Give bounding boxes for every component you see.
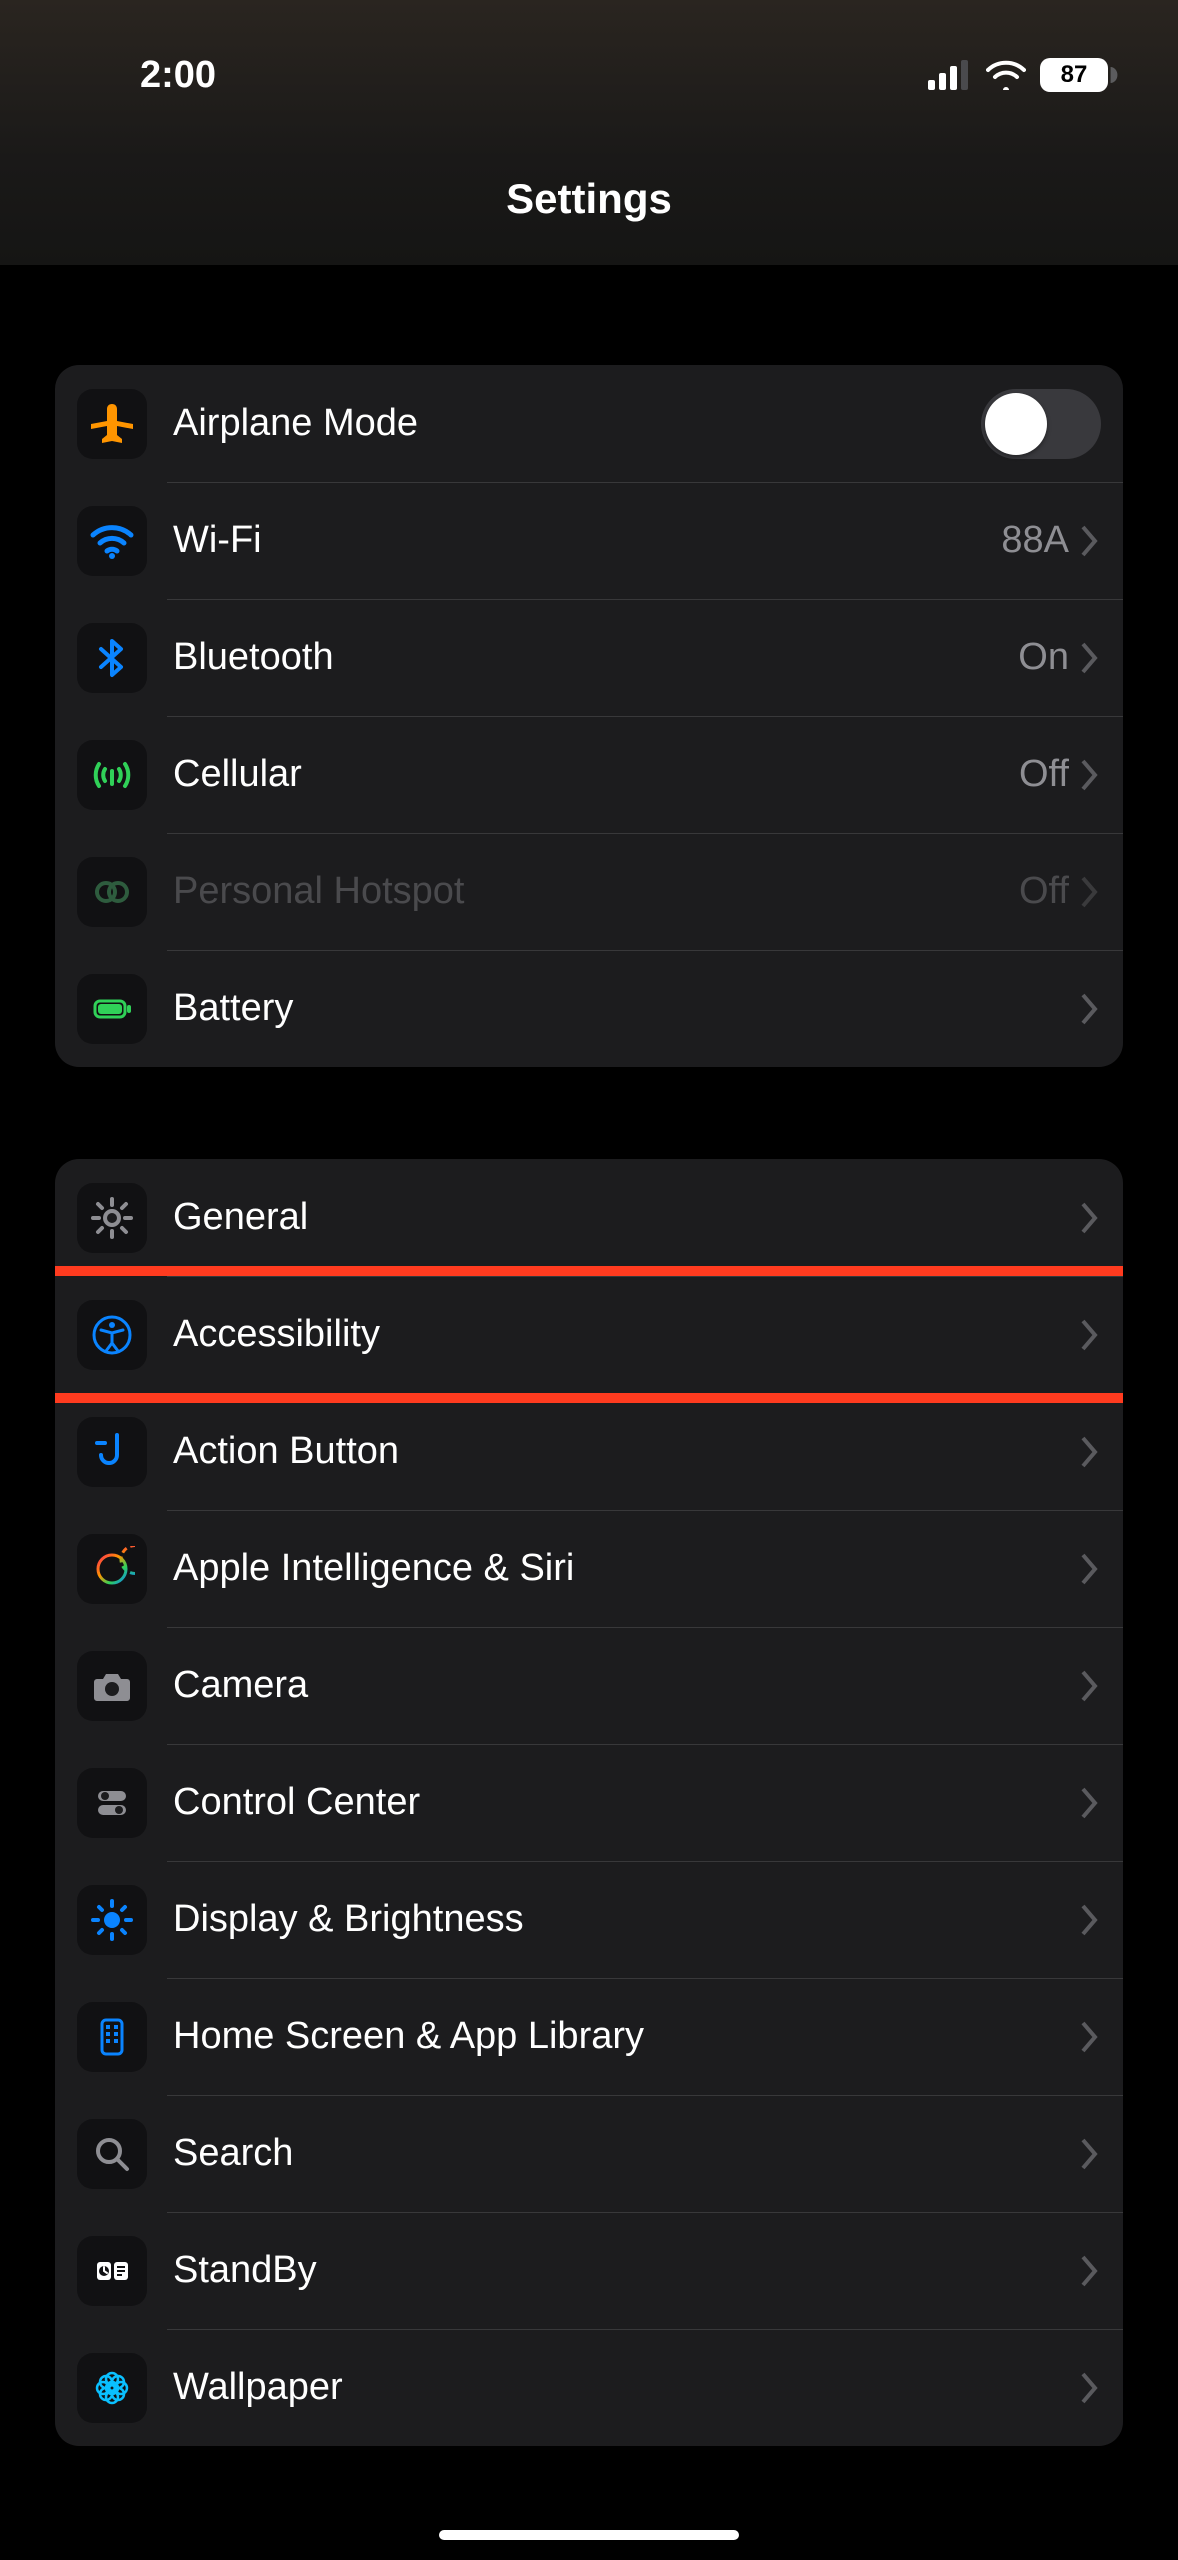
chevron-right-icon xyxy=(1079,523,1101,559)
row-label: Camera xyxy=(173,1664,1079,1707)
row-label: Apple Intelligence & Siri xyxy=(173,1547,1079,1590)
row-bluetooth[interactable]: Bluetooth On xyxy=(55,599,1123,716)
row-value: 88A xyxy=(1001,519,1069,562)
row-value: Off xyxy=(1019,870,1069,913)
chevron-right-icon xyxy=(1079,2019,1101,2055)
battery-icon xyxy=(77,974,147,1044)
row-display-brightness[interactable]: Display & Brightness xyxy=(55,1861,1123,1978)
status-indicators: 87 xyxy=(928,58,1118,92)
row-search[interactable]: Search xyxy=(55,2095,1123,2212)
home-screen-icon xyxy=(77,2002,147,2072)
row-label: Wallpaper xyxy=(173,2366,1079,2409)
airplane-toggle[interactable] xyxy=(981,389,1101,459)
row-camera[interactable]: Camera xyxy=(55,1627,1123,1744)
row-apple-intelligence-siri[interactable]: Apple Intelligence & Siri xyxy=(55,1510,1123,1627)
row-label: Wi-Fi xyxy=(173,519,1001,562)
battery-percent-label: 87 xyxy=(1061,61,1088,89)
home-indicator[interactable] xyxy=(439,2530,739,2540)
row-battery[interactable]: Battery xyxy=(55,950,1123,1067)
row-label: General xyxy=(173,1196,1079,1239)
chevron-right-icon xyxy=(1079,1668,1101,1704)
chevron-right-icon xyxy=(1079,2136,1101,2172)
row-action-button[interactable]: Action Button xyxy=(55,1393,1123,1510)
settings-group-device: General Accessibility xyxy=(55,1159,1123,2446)
row-wallpaper[interactable]: Wallpaper xyxy=(55,2329,1123,2446)
chevron-right-icon xyxy=(1079,1785,1101,1821)
row-label: Search xyxy=(173,2132,1079,2175)
header: 2:00 xyxy=(0,0,1178,265)
status-bar: 2:00 xyxy=(0,0,1178,110)
chevron-right-icon xyxy=(1079,2370,1101,2406)
row-value: On xyxy=(1018,636,1069,679)
row-label: Display & Brightness xyxy=(173,1898,1079,1941)
gear-icon xyxy=(77,1183,147,1253)
wallpaper-icon xyxy=(77,2353,147,2423)
row-label: Personal Hotspot xyxy=(173,870,1019,913)
chevron-right-icon xyxy=(1079,2253,1101,2289)
chevron-right-icon xyxy=(1079,757,1101,793)
row-label: StandBy xyxy=(173,2249,1079,2292)
siri-icon xyxy=(77,1534,147,1604)
settings-group-connectivity: Airplane Mode Wi-Fi 88A xyxy=(55,365,1123,1067)
row-value: Off xyxy=(1019,753,1069,796)
chevron-right-icon xyxy=(1079,874,1101,910)
row-label: Action Button xyxy=(173,1430,1079,1473)
row-general[interactable]: General xyxy=(55,1159,1123,1276)
chevron-right-icon xyxy=(1079,991,1101,1027)
wifi-icon xyxy=(77,506,147,576)
airplane-icon xyxy=(77,389,147,459)
row-label: Battery xyxy=(173,987,1079,1030)
chevron-right-icon xyxy=(1079,1551,1101,1587)
cellular-icon xyxy=(77,740,147,810)
row-label: Control Center xyxy=(173,1781,1079,1824)
row-label: Home Screen & App Library xyxy=(173,2015,1079,2058)
row-control-center[interactable]: Control Center xyxy=(55,1744,1123,1861)
row-personal-hotspot: Personal Hotspot Off xyxy=(55,833,1123,950)
battery-status-icon: 87 xyxy=(1040,58,1118,92)
control-center-icon xyxy=(77,1768,147,1838)
row-cellular[interactable]: Cellular Off xyxy=(55,716,1123,833)
row-airplane-mode[interactable]: Airplane Mode xyxy=(55,365,1123,482)
bluetooth-icon xyxy=(77,623,147,693)
row-standby[interactable]: StandBy xyxy=(55,2212,1123,2329)
row-label: Cellular xyxy=(173,753,1019,796)
chevron-right-icon xyxy=(1079,1434,1101,1470)
chevron-right-icon xyxy=(1079,640,1101,676)
camera-icon xyxy=(77,1651,147,1721)
row-label: Airplane Mode xyxy=(173,402,981,445)
accessibility-icon xyxy=(77,1300,147,1370)
row-label: Accessibility xyxy=(173,1313,1079,1356)
row-accessibility[interactable]: Accessibility xyxy=(55,1276,1123,1393)
standby-icon xyxy=(77,2236,147,2306)
chevron-right-icon xyxy=(1079,1200,1101,1236)
wifi-status-icon xyxy=(986,60,1026,90)
cellular-signal-icon xyxy=(928,60,972,90)
chevron-right-icon xyxy=(1079,1902,1101,1938)
brightness-icon xyxy=(77,1885,147,1955)
row-label: Bluetooth xyxy=(173,636,1018,679)
row-home-screen[interactable]: Home Screen & App Library xyxy=(55,1978,1123,2095)
status-time: 2:00 xyxy=(140,54,216,97)
chevron-right-icon xyxy=(1079,1317,1101,1353)
page-title: Settings xyxy=(0,175,1178,223)
action-button-icon xyxy=(77,1417,147,1487)
hotspot-icon xyxy=(77,857,147,927)
row-wifi[interactable]: Wi-Fi 88A xyxy=(55,482,1123,599)
search-icon xyxy=(77,2119,147,2189)
